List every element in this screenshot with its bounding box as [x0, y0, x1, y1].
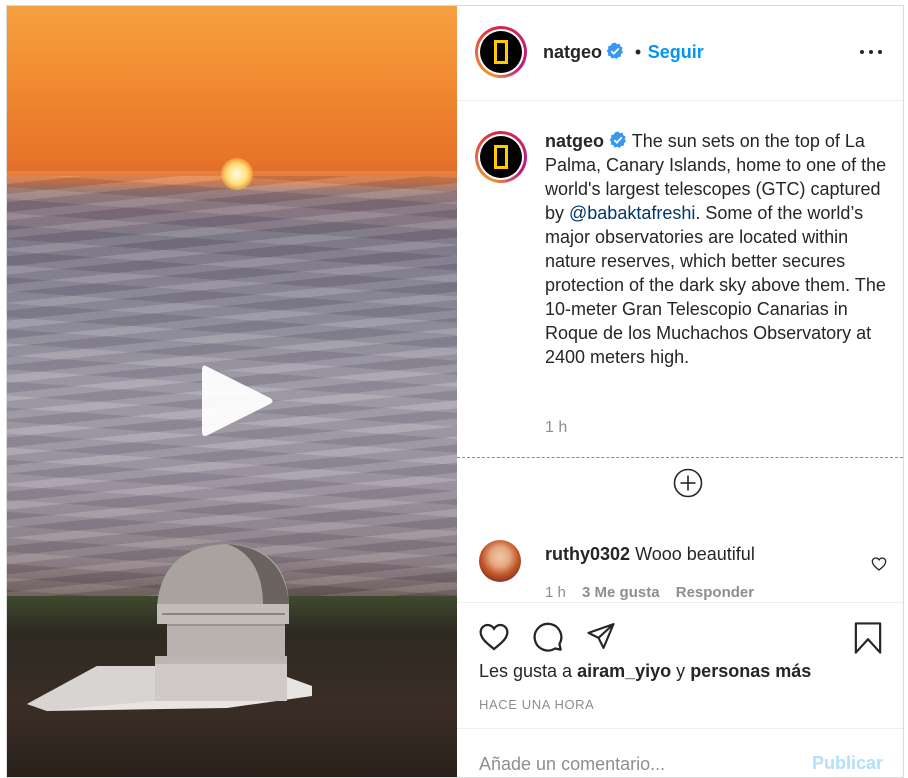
- comment-username[interactable]: ruthy0302: [545, 544, 630, 564]
- likes-others-link[interactable]: personas más: [690, 661, 811, 681]
- post-media[interactable]: [7, 6, 457, 777]
- post-details-panel: natgeo • Seguir natgeo The sun sets on t…: [457, 6, 903, 777]
- caption-timestamp[interactable]: 1 h: [545, 419, 567, 437]
- comment-body: Wooo beautiful: [635, 544, 755, 564]
- dot-separator: •: [634, 42, 642, 62]
- verified-badge-icon: [609, 131, 627, 148]
- heart-icon[interactable]: [477, 621, 511, 653]
- comment-time[interactable]: 1 h: [545, 584, 566, 601]
- caption-text: natgeo The sun sets on the top of La Pal…: [545, 129, 890, 369]
- comment-meta: 1 h 3 Me gusta Responder: [545, 584, 766, 601]
- likes-conjunction: y: [676, 661, 686, 681]
- comment-heart-icon[interactable]: [871, 556, 887, 572]
- post-timestamp[interactable]: HACE UNA HORA: [479, 697, 594, 712]
- bookmark-icon[interactable]: [853, 621, 883, 655]
- national-geographic-logo: [494, 40, 508, 64]
- caption-username[interactable]: natgeo: [545, 131, 604, 151]
- actions-section: Les gusta a airam_yiyo y personas más HA…: [457, 602, 903, 729]
- commenter-avatar[interactable]: [479, 540, 521, 582]
- send-icon[interactable]: [585, 621, 617, 651]
- caption-body-end: . Some of the world’s major observatorie…: [545, 203, 886, 367]
- add-comment-bar: Publicar: [457, 728, 903, 778]
- likes-prefix: Les gusta a: [479, 661, 573, 681]
- comment-likes[interactable]: 3 Me gusta: [582, 584, 660, 601]
- comment-text: ruthy0302 Wooo beautiful: [545, 544, 755, 565]
- comment-icon[interactable]: [531, 621, 565, 653]
- caption-mention-link[interactable]: @babaktafreshi: [569, 203, 695, 223]
- likes-summary: Les gusta a airam_yiyo y personas más: [479, 661, 811, 682]
- follow-button[interactable]: Seguir: [648, 42, 704, 62]
- national-geographic-logo: [494, 145, 508, 169]
- comment-input[interactable]: [479, 751, 779, 777]
- caption-section: natgeo The sun sets on the top of La Pal…: [457, 101, 903, 458]
- likes-user-link[interactable]: airam_yiyo: [577, 661, 671, 681]
- setting-sun: [221, 158, 253, 190]
- plus-circle-icon[interactable]: [673, 468, 703, 498]
- header-username[interactable]: natgeo: [543, 42, 602, 62]
- play-icon[interactable]: [194, 356, 278, 446]
- publish-button[interactable]: Publicar: [812, 753, 883, 774]
- observatory-dome: [27, 544, 312, 711]
- comment-item: ruthy0302 Wooo beautiful 1 h 3 Me gusta …: [457, 536, 903, 602]
- comment-reply-button[interactable]: Responder: [676, 584, 754, 601]
- verified-badge-icon: [607, 42, 624, 59]
- caption-avatar[interactable]: [475, 131, 527, 183]
- post-header: natgeo • Seguir: [457, 6, 903, 101]
- more-options-icon[interactable]: [859, 42, 883, 62]
- avatar[interactable]: [475, 26, 527, 78]
- post-dialog: natgeo • Seguir natgeo The sun sets on t…: [6, 5, 904, 778]
